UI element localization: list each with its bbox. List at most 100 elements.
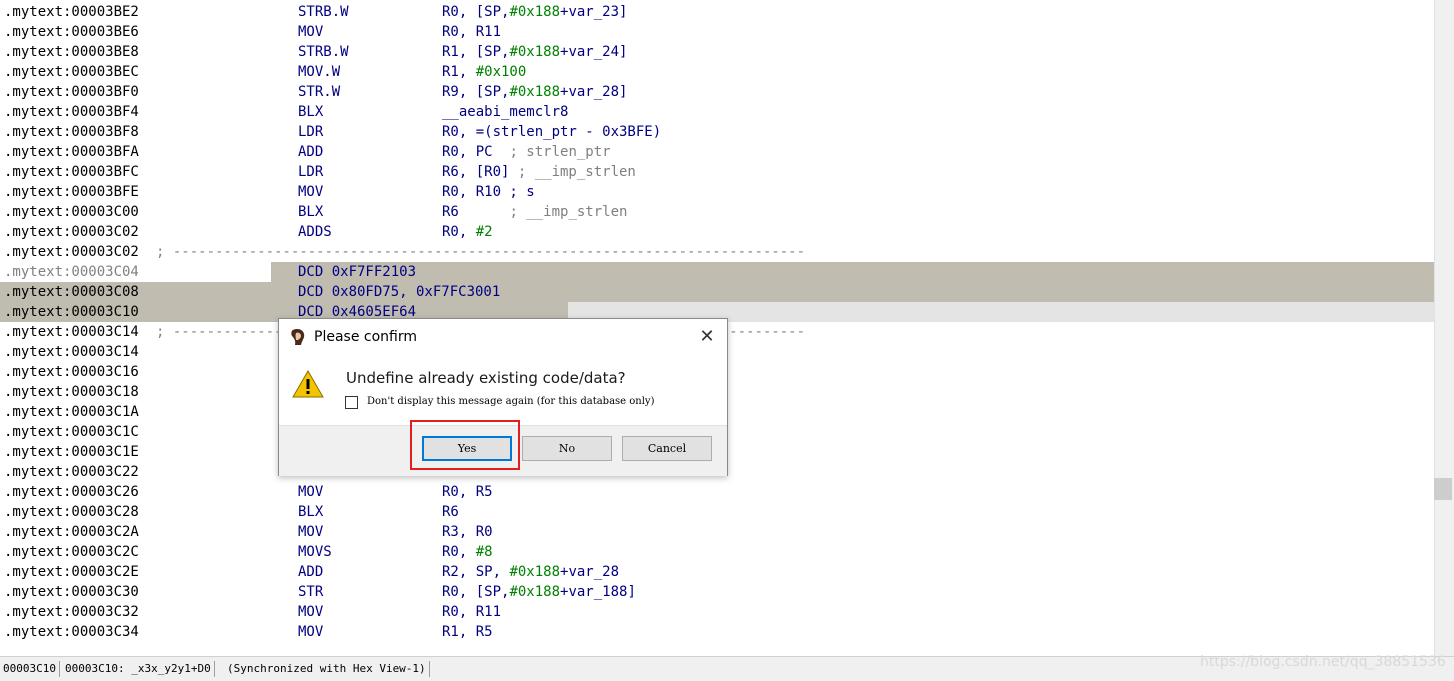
line-mnemonic: MOV: [298, 184, 324, 200]
listing-line[interactable]: .mytext:00003C2E ADD R2, SP, #0x188+var_28: [0, 562, 1434, 582]
line-operands: R6, [R0] ; __imp_strlen: [442, 162, 636, 182]
line-address: .mytext:00003C18: [4, 384, 139, 400]
line-operands: R1, [SP,#0x188+var_24]: [442, 42, 627, 62]
line-operands: R9, [SP,#0x188+var_28]: [442, 82, 627, 102]
operand-part: R0, R5: [442, 484, 493, 500]
yes-button[interactable]: Yes: [422, 436, 512, 461]
listing-line[interactable]: .mytext:00003BFE MOV R0, R10 ; s: [0, 182, 1434, 202]
line-address: .mytext:00003C02: [4, 244, 139, 260]
line-mnemonic: BLX: [298, 504, 324, 520]
operand-part: +var_188]: [560, 584, 636, 600]
line-operands: R0, R5: [442, 482, 493, 502]
listing-line[interactable]: .mytext:00003C30 STR R0, [SP,#0x188+var_18…: [0, 582, 1434, 602]
line-mnemonic: MOVS: [298, 544, 332, 560]
operand-part: +var_23]: [560, 4, 628, 20]
operand-part: R1,: [442, 64, 476, 80]
line-operands: R0, #8: [442, 542, 493, 562]
line-address: .mytext:00003BEC: [4, 64, 139, 80]
line-address: .mytext:00003C28: [4, 504, 139, 520]
operand-part: #0x188: [509, 564, 561, 580]
line-operands: R2, SP, #0x188+var_28: [442, 562, 619, 582]
operand-part: #0x188: [509, 584, 561, 600]
line-address: .mytext:00003BF8: [4, 124, 139, 140]
line-address: .mytext:00003C26: [4, 484, 139, 500]
vertical-scrollbar[interactable]: [1434, 0, 1454, 656]
line-address: .mytext:00003C16: [4, 364, 139, 380]
listing-line[interactable]: .mytext:00003C34 MOV R1, R5: [0, 622, 1434, 642]
line-mnemonic: MOV.W: [298, 64, 341, 80]
listing-line[interactable]: .mytext:00003BFA ADD R0, PC ; strlen_ptr: [0, 142, 1434, 162]
operand-part: #0x188: [509, 4, 561, 20]
listing-line[interactable]: .mytext:00003BF4 BLX __aeabi_memclr8: [0, 102, 1434, 122]
line-address: .mytext:00003BFA: [4, 144, 139, 160]
operand-part: R0,: [442, 224, 476, 240]
operand-part: R1, R5: [442, 624, 493, 640]
operand-part: #0x188: [509, 84, 561, 100]
operand-part: +var_28]: [560, 84, 628, 100]
operand-part: #2: [475, 224, 493, 240]
operand-part: #0x100: [475, 64, 527, 80]
line-address: .mytext:00003C04: [4, 264, 139, 280]
separator-line[interactable]: .mytext:00003C02 ; ----------------------…: [0, 242, 1434, 262]
confirm-dialog: Please confirm ✕ Undefine already existi…: [278, 318, 728, 476]
operand-part: #8: [475, 544, 493, 560]
line-mnemonic: STRB.W: [298, 4, 349, 20]
ida-app-icon: [291, 329, 305, 345]
operand-part: __aeabi_memclr8: [442, 104, 569, 120]
operand-part: #0x188: [509, 44, 561, 60]
close-icon[interactable]: ✕: [697, 327, 717, 347]
listing-line[interactable]: .mytext:00003C32 MOV R0, R11: [0, 602, 1434, 622]
line-operands: R0, R11: [442, 22, 501, 42]
listing-line[interactable]: .mytext:00003C02 ADDS R0, #2: [0, 222, 1434, 242]
listing-line[interactable]: .mytext:00003C2A MOV R3, R0: [0, 522, 1434, 542]
line-operands: R0, =(strlen_ptr - 0x3BFE): [442, 122, 661, 142]
listing-line[interactable]: .mytext:00003C26 MOV R0, R5: [0, 482, 1434, 502]
listing-line[interactable]: .mytext:00003BE8 STRB.W R1, [SP,#0x188+var…: [0, 42, 1434, 62]
line-address: .mytext:00003C14: [4, 344, 139, 360]
listing-line[interactable]: .mytext:00003BF0 STR.W R9, [SP,#0x188+var_…: [0, 82, 1434, 102]
line-operands: R0, R11: [442, 602, 501, 622]
listing-line[interactable]: .mytext:00003C04 DCD 0xF7FF2103: [0, 262, 1434, 282]
listing-line[interactable]: .mytext:00003BE6 MOV R0, R11: [0, 22, 1434, 42]
operand-part: R9, [SP,: [442, 84, 510, 100]
line-address: .mytext:00003C2E: [4, 564, 139, 580]
listing-line[interactable]: .mytext:00003C28 BLX R6: [0, 502, 1434, 522]
operand-part: R6: [442, 204, 510, 220]
listing-line[interactable]: .mytext:00003C00 BLX R6 ; __imp_strlen: [0, 202, 1434, 222]
scrollbar-thumb[interactable]: [1434, 478, 1452, 500]
listing-line[interactable]: .mytext:00003BF8 LDR R0, =(strlen_ptr - 0x…: [0, 122, 1434, 142]
line-operands: R6: [442, 502, 459, 522]
status-sync: (Synchronized with Hex View-1): [224, 661, 430, 677]
line-mnemonic: ADD: [298, 144, 324, 160]
line-address: .mytext:00003C1A: [4, 404, 139, 420]
dont-display-again-checkbox[interactable]: [345, 396, 358, 409]
line-address: .mytext:00003C2C: [4, 544, 139, 560]
line-operands: R0, [SP,#0x188+var_23]: [442, 2, 627, 22]
listing-line[interactable]: .mytext:00003BE2 STRB.W R0, [SP,#0x188+var…: [0, 2, 1434, 22]
line-comment: ; __imp_strlen: [509, 204, 628, 220]
line-address: .mytext:00003C34: [4, 624, 139, 640]
line-comment: ; __imp_strlen: [517, 164, 636, 180]
line-operands: R0, #2: [442, 222, 493, 242]
line-comment: ; strlen_ptr: [509, 144, 611, 160]
line-address: .mytext:00003BFE: [4, 184, 139, 200]
line-mnemonic: MOV: [298, 24, 324, 40]
listing-line[interactable]: .mytext:00003BFC LDR R6, [R0] ; __imp_strl…: [0, 162, 1434, 182]
line-mnemonic: ADD: [298, 564, 324, 580]
line-operands: R6 ; __imp_strlen: [442, 202, 627, 222]
line-address: .mytext:00003C32: [4, 604, 139, 620]
status-location: 00003C10: _x3x_y2y1+D0: [62, 661, 215, 677]
listing-line[interactable]: .mytext:00003C2C MOVS R0, #8: [0, 542, 1434, 562]
cancel-button[interactable]: Cancel: [622, 436, 712, 461]
line-address: .mytext:00003C10: [4, 304, 139, 320]
listing-line[interactable]: .mytext:00003BEC MOV.W R1, #0x100: [0, 62, 1434, 82]
warning-icon: [292, 369, 324, 398]
line-mnemonic: STRB.W: [298, 44, 349, 60]
operand-part: R2, SP,: [442, 564, 510, 580]
operand-part: R6: [442, 504, 459, 520]
listing-line[interactable]: .mytext:00003C08 DCD 0x80FD75, 0xF7FC3001: [0, 282, 1434, 302]
line-mnemonic: DCD 0x80FD75, 0xF7FC3001: [298, 284, 501, 300]
line-mnemonic: STR.W: [298, 84, 341, 100]
no-button[interactable]: No: [522, 436, 612, 461]
line-address: .mytext:00003C2A: [4, 524, 139, 540]
